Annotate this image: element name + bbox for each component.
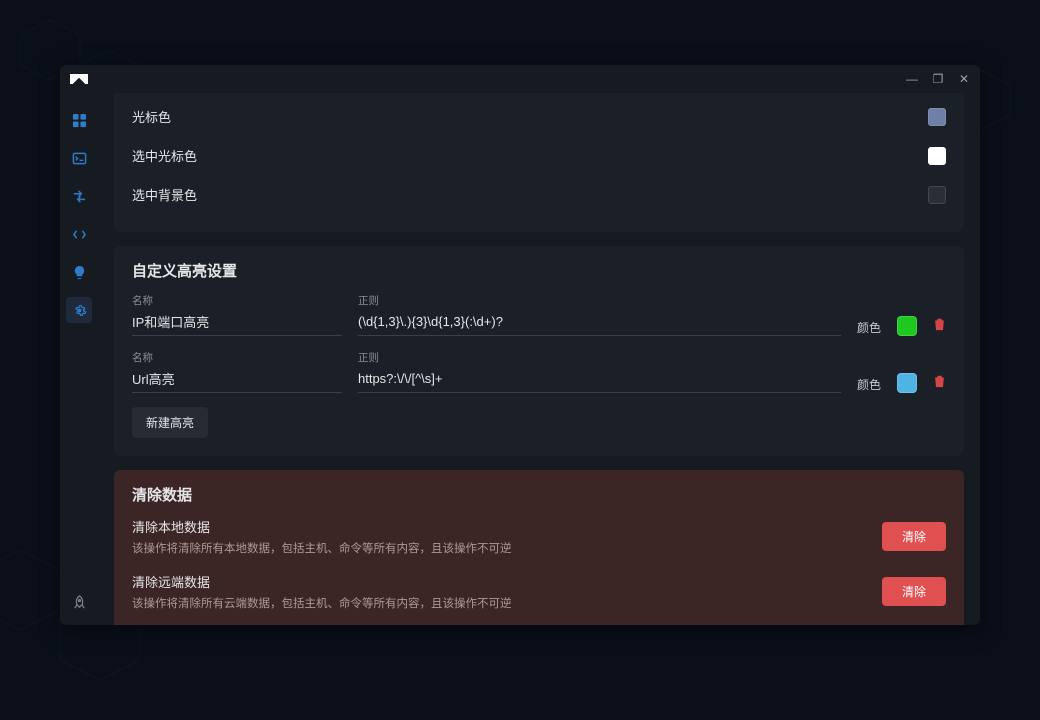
clear-local-desc: 该操作将清除所有本地数据，包括主机、命令等所有内容，且该操作不可逆 [132, 540, 512, 556]
color-settings-card: 光标色 选中光标色 选中背景色 [114, 93, 964, 232]
sidebar-item-settings[interactable] [66, 297, 92, 323]
gear-icon [72, 303, 87, 318]
color-swatch-selected-cursor[interactable] [928, 147, 946, 165]
clear-remote-desc: 该操作将清除所有云端数据，包括主机、命令等所有内容，且该操作不可逆 [132, 595, 512, 611]
sidebar-item-code[interactable] [66, 221, 92, 247]
delete-highlight-button[interactable] [933, 374, 946, 393]
titlebar: — ❐ ✕ [60, 65, 980, 93]
clear-remote-row: 清除远端数据 该操作将清除所有云端数据，包括主机、命令等所有内容，且该操作不可逆… [132, 572, 946, 611]
color-swatch-selected-bg[interactable] [928, 186, 946, 204]
color-label: 选中背景色 [132, 185, 197, 204]
bulb-icon [72, 265, 87, 280]
color-field-label: 颜色 [857, 319, 881, 336]
new-highlight-button[interactable]: 新建高亮 [132, 407, 208, 438]
clear-remote-heading: 清除远端数据 [132, 572, 512, 591]
sidebar-item-rocket[interactable] [66, 589, 92, 615]
sidebar [60, 93, 98, 625]
trash-icon [933, 374, 946, 388]
field-label-regex: 正则 [358, 350, 841, 365]
clear-section-title: 清除数据 [132, 484, 946, 505]
highlight-name-input[interactable] [132, 310, 342, 336]
highlight-regex-input[interactable] [358, 367, 841, 393]
highlight-name-input[interactable] [132, 367, 342, 393]
terminal-icon [72, 151, 87, 166]
clear-local-row: 清除本地数据 该操作将清除所有本地数据，包括主机、命令等所有内容，且该操作不可逆… [132, 517, 946, 556]
sidebar-item-terminal[interactable] [66, 145, 92, 171]
sidebar-item-transfer[interactable] [66, 183, 92, 209]
clear-data-card: 清除数据 清除本地数据 该操作将清除所有本地数据，包括主机、命令等所有内容，且该… [114, 470, 964, 625]
app-logo-icon [70, 74, 88, 84]
highlight-row: 名称 正则 颜色 [132, 293, 946, 336]
color-row-selected-bg: 选中背景色 [132, 175, 946, 214]
color-row-selected-cursor: 选中光标色 [132, 136, 946, 175]
delete-highlight-button[interactable] [933, 317, 946, 336]
minimize-button[interactable]: — [906, 72, 918, 86]
code-icon [72, 227, 87, 242]
maximize-button[interactable]: ❐ [932, 72, 944, 86]
color-label: 光标色 [132, 107, 171, 126]
trash-icon [933, 317, 946, 331]
clear-remote-button[interactable]: 清除 [882, 577, 946, 606]
rocket-icon [72, 595, 87, 610]
app-window: — ❐ ✕ [60, 65, 980, 625]
highlight-settings-card: 自定义高亮设置 名称 正则 颜色 [114, 246, 964, 456]
window-controls: — ❐ ✕ [906, 72, 970, 86]
color-field-label: 颜色 [857, 376, 881, 393]
sidebar-item-tips[interactable] [66, 259, 92, 285]
transfer-icon [72, 189, 87, 204]
grid-icon [72, 113, 87, 128]
field-label-regex: 正则 [358, 293, 841, 308]
color-row-cursor: 光标色 [132, 97, 946, 136]
highlight-regex-input[interactable] [358, 310, 841, 336]
close-button[interactable]: ✕ [958, 72, 970, 86]
highlight-color-swatch[interactable] [897, 316, 917, 336]
sidebar-item-dashboard[interactable] [66, 107, 92, 133]
clear-local-button[interactable]: 清除 [882, 522, 946, 551]
highlight-color-swatch[interactable] [897, 373, 917, 393]
color-label: 选中光标色 [132, 146, 197, 165]
field-label-name: 名称 [132, 293, 342, 308]
highlight-section-title: 自定义高亮设置 [132, 260, 946, 281]
content-area: 光标色 选中光标色 选中背景色 自定义高亮设置 名称 [98, 93, 980, 625]
field-label-name: 名称 [132, 350, 342, 365]
color-swatch-cursor[interactable] [928, 108, 946, 126]
highlight-row: 名称 正则 颜色 [132, 350, 946, 393]
clear-local-heading: 清除本地数据 [132, 517, 512, 536]
